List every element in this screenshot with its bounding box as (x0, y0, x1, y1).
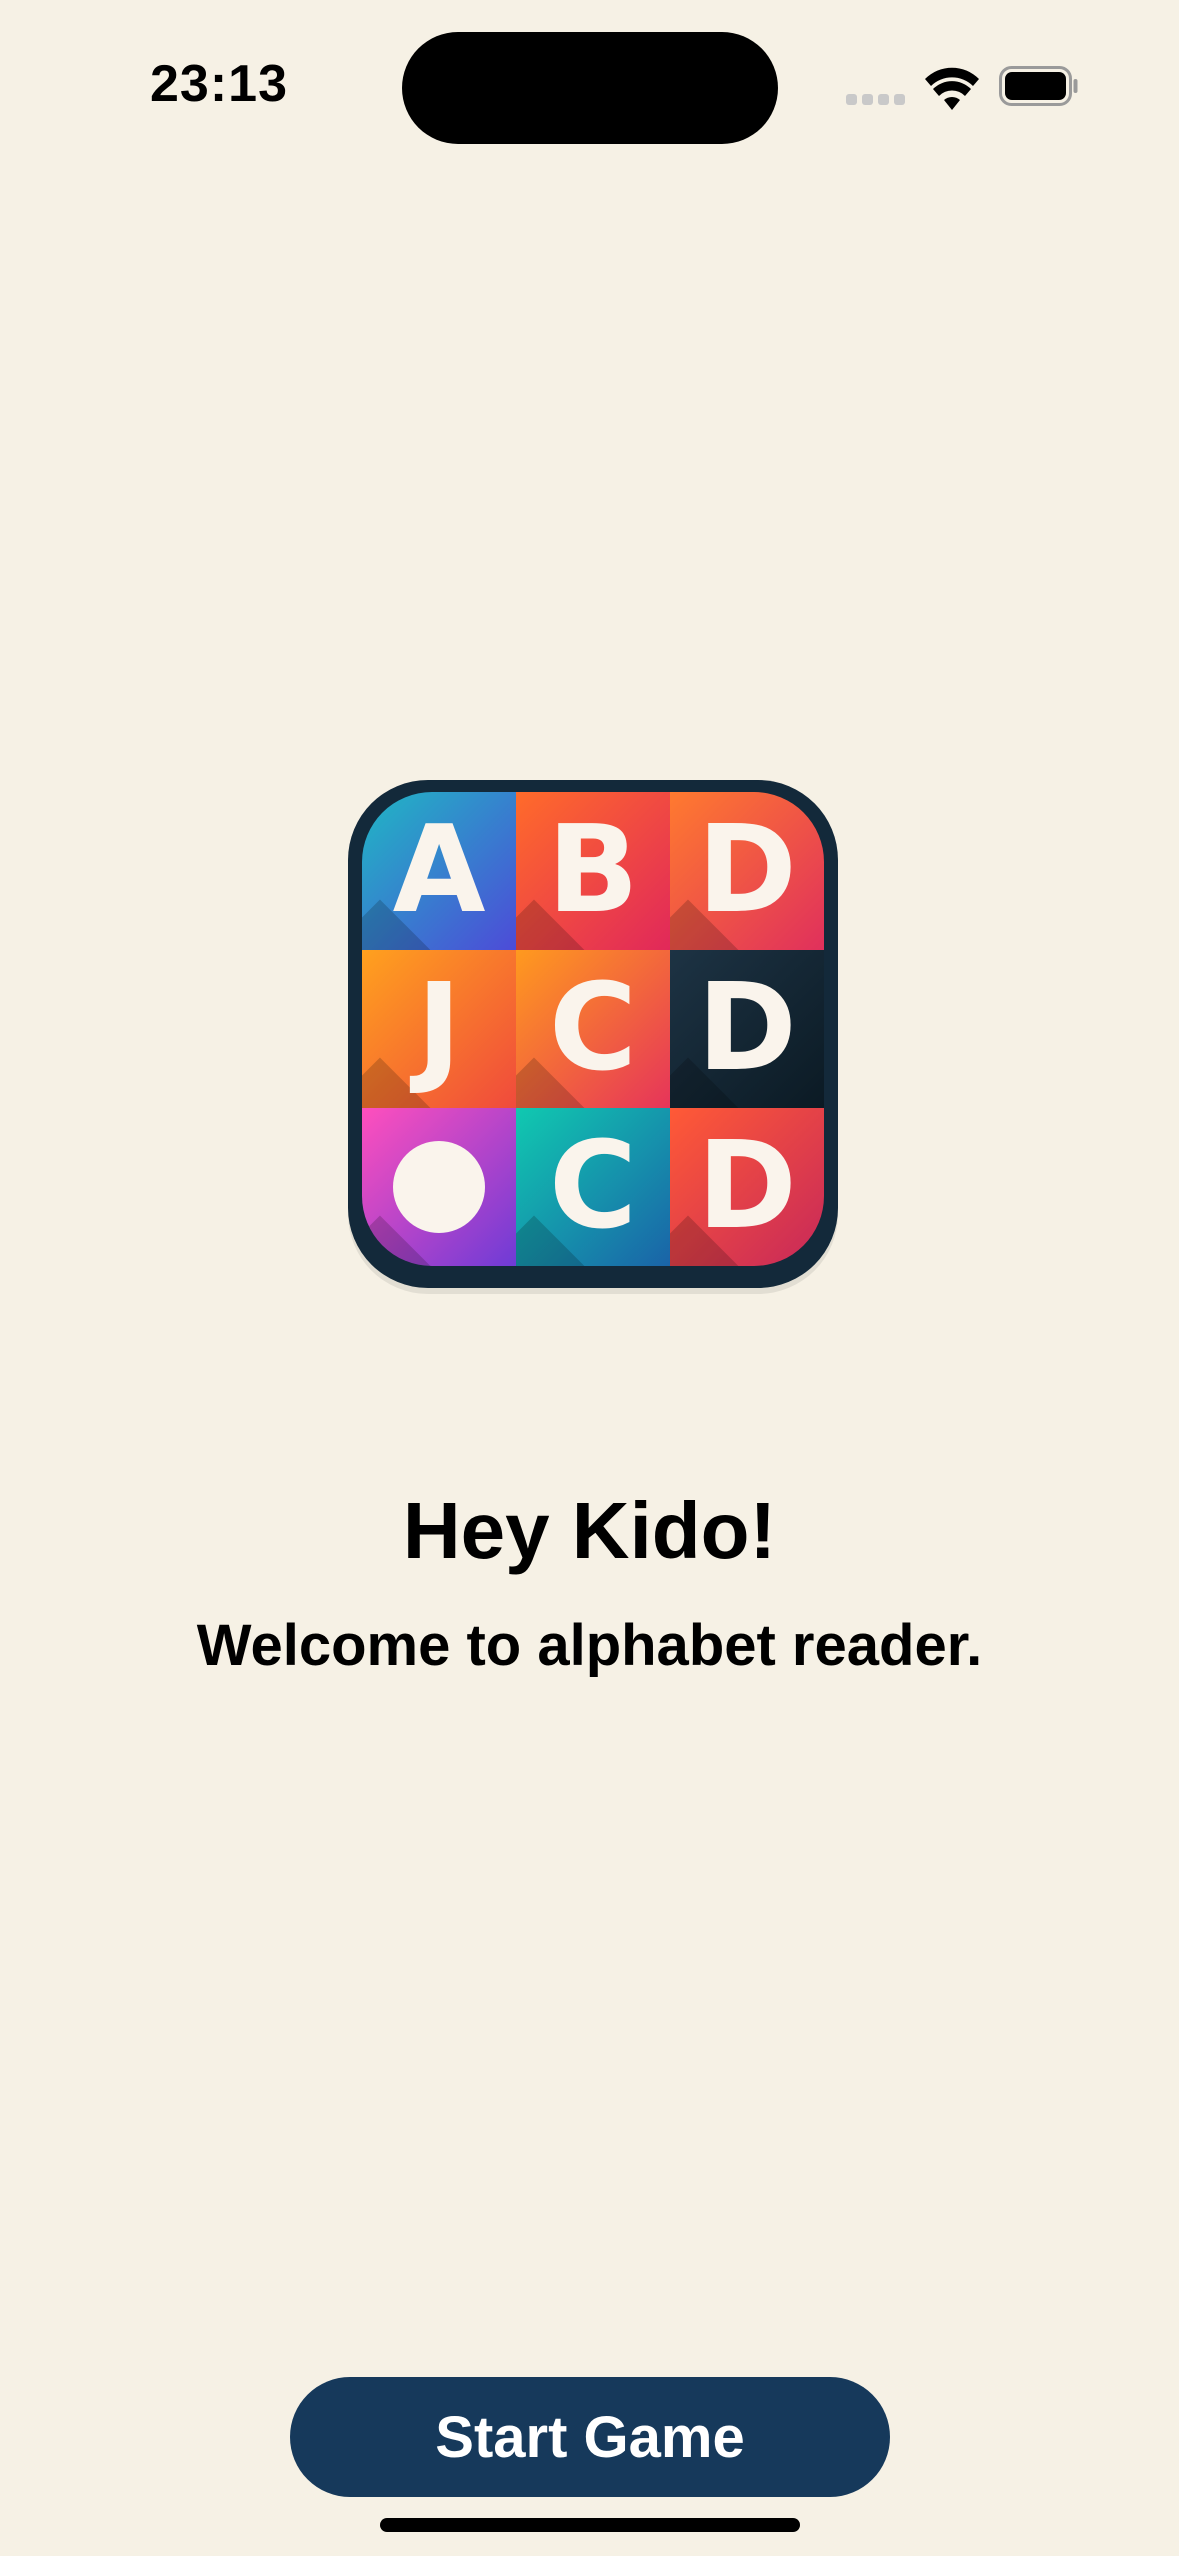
alphabet-tile: B (516, 792, 670, 950)
alphabet-tile: J (362, 950, 516, 1108)
home-indicator (380, 2518, 800, 2532)
tile-letter: C (548, 959, 638, 1098)
start-game-button[interactable]: Start Game (290, 2377, 890, 2497)
alphabet-tile: C (516, 950, 670, 1108)
tile-letter: C (548, 1117, 638, 1256)
alphabet-tile: A (362, 792, 516, 950)
tile-letter: D (697, 959, 797, 1098)
circle-shape (393, 1141, 485, 1233)
alphabet-tile: D (670, 1108, 824, 1266)
dynamic-island (402, 32, 778, 144)
signal-icon (846, 94, 906, 106)
alphabet-tile: D (670, 792, 824, 950)
status-bar: 23:13 (0, 0, 1179, 170)
tile-letter: J (416, 959, 462, 1098)
status-time: 23:13 (150, 55, 288, 113)
app-logo: ABDJCDCD (348, 780, 838, 1288)
wifi-icon (925, 67, 979, 110)
greeting-title: Hey Kido! (402, 1486, 777, 1575)
alphabet-tile (362, 1108, 516, 1266)
alphabet-tile-grid: ABDJCDCD (362, 792, 824, 1266)
tile-letter: D (697, 801, 797, 940)
tile-letter: D (697, 1117, 797, 1256)
tile-letter: A (392, 801, 486, 940)
battery-icon (999, 66, 1078, 106)
welcome-subtitle: Welcome to alphabet reader. (196, 1613, 983, 1678)
tile-letter: B (547, 801, 639, 940)
alphabet-tile: C (516, 1108, 670, 1266)
alphabet-tile: D (670, 950, 824, 1108)
